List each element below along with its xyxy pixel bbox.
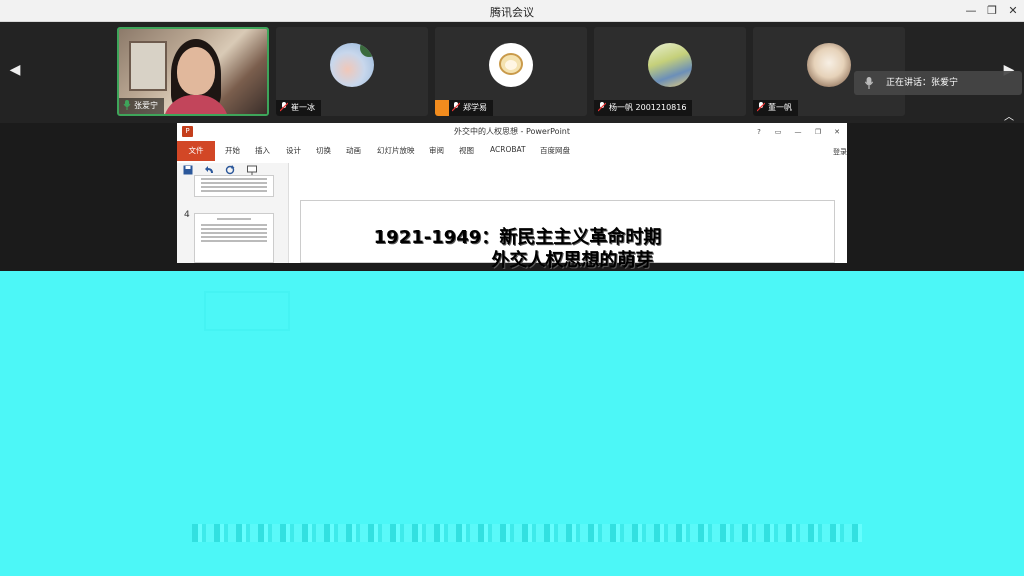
speaking-text: 正在讲话：张爱宁 (886, 78, 959, 88)
avatar (648, 43, 692, 87)
tab-animations[interactable]: 动画 (346, 145, 361, 156)
shared-screen: P 外交中的人权思想 - PowerPoint ? ▭ — ❐ ✕ 文件 开始 … (0, 123, 1024, 576)
start-slideshow-icon[interactable] (247, 165, 257, 175)
participant-tile-4[interactable]: 杨一帆 2001210816 (594, 27, 746, 116)
tab-slideshow[interactable]: 幻灯片放映 (377, 145, 415, 156)
slide-number: 4 (184, 210, 190, 220)
user-icon (435, 100, 449, 116)
mic-muted-icon (757, 102, 765, 112)
participant-name: 杨一帆 2001210816 (609, 103, 687, 112)
login-link[interactable]: 登录 (833, 147, 847, 157)
restore-button[interactable]: ❐ (983, 2, 1001, 20)
tab-review[interactable]: 审阅 (429, 145, 444, 156)
tab-file[interactable]: 文件 (177, 141, 215, 161)
undo-icon[interactable] (205, 165, 215, 175)
participant-tile-3[interactable]: 郑学易 (435, 27, 587, 116)
avatar (807, 43, 851, 87)
tab-transitions[interactable]: 切换 (316, 145, 331, 156)
save-icon[interactable] (183, 165, 193, 175)
tab-design[interactable]: 设计 (286, 145, 301, 156)
tab-home[interactable]: 开始 (225, 145, 240, 156)
powerpoint-title: 外交中的人权思想 - PowerPoint (453, 127, 571, 136)
participant-tile-1[interactable]: 张爱宁 (117, 27, 269, 116)
window-titlebar: 腾讯会议 — ❐ ✕ (0, 0, 1024, 22)
ppt-restore-button[interactable]: ❐ (811, 126, 825, 138)
slide-title-line2: 外交人权思想的萌芽 (491, 250, 654, 271)
slide-thumbnail-3[interactable] (194, 175, 274, 197)
ppt-minimize-button[interactable]: — (791, 126, 805, 138)
participant-name: 董一帆 (768, 103, 792, 112)
participant-name-bar: 董一帆 (753, 100, 798, 116)
close-button[interactable]: ✕ (1004, 2, 1022, 20)
video-glitch-overlay (0, 271, 1024, 576)
ribbon-tabs: 文件 开始 插入 设计 切换 动画 幻灯片放映 审阅 视图 ACROBAT 百度… (177, 141, 847, 161)
help-button[interactable]: ? (752, 126, 766, 138)
mic-active-icon (123, 100, 131, 110)
ppt-close-button[interactable]: ✕ (830, 126, 844, 138)
participant-name-bar: 郑学易 (435, 100, 493, 116)
participant-name-bar: 崔一冰 (276, 100, 321, 116)
powerpoint-window: P 外交中的人权思想 - PowerPoint ? ▭ — ❐ ✕ 文件 开始 … (177, 123, 847, 271)
participant-tile-2[interactable]: 崔一冰 (276, 27, 428, 116)
slide-canvas[interactable]: 1921-1949：新民主主义革命时期 外交人权思想的萌芽 (300, 200, 835, 271)
speaking-indicator: 正在讲话：张爱宁 (854, 71, 1022, 95)
collapse-strip-icon[interactable]: ︿ (1004, 108, 1014, 123)
mic-icon (864, 77, 874, 89)
tab-insert[interactable]: 插入 (255, 145, 270, 156)
participant-name: 崔一冰 (291, 103, 315, 112)
tab-view[interactable]: 视图 (459, 145, 474, 156)
prev-page-icon[interactable]: ◀ (7, 62, 23, 82)
participant-name: 张爱宁 (134, 101, 158, 110)
avatar (330, 43, 374, 87)
glitch-artifact (192, 524, 862, 542)
glitch-artifact (204, 291, 290, 331)
tab-acrobat[interactable]: ACROBAT (490, 145, 526, 154)
participant-name-bar: 杨一帆 2001210816 (594, 100, 693, 116)
minimize-button[interactable]: — (962, 2, 980, 20)
participant-name: 郑学易 (463, 103, 487, 112)
mic-muted-icon (598, 102, 606, 112)
mic-muted-icon (452, 102, 460, 112)
avatar (489, 43, 533, 87)
mic-muted-icon (280, 102, 288, 112)
window-title: 腾讯会议 (490, 6, 534, 19)
tab-baidu-netdisk[interactable]: 百度网盘 (540, 145, 570, 156)
ribbon-display-button[interactable]: ▭ (771, 126, 785, 138)
participant-name-bar: 张爱宁 (119, 98, 164, 114)
redo-icon[interactable] (225, 165, 235, 175)
